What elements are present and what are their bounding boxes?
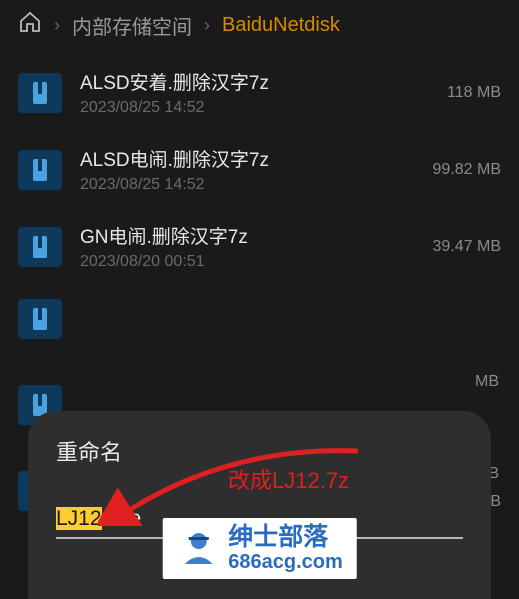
- chevron-right-icon: ›: [204, 15, 210, 36]
- chevron-right-icon: ›: [54, 15, 60, 36]
- file-row[interactable]: [0, 285, 519, 353]
- file-date: 2023/08/25 14:52: [80, 99, 429, 117]
- file-row[interactable]: GN电闹.删除汉字7z 2023/08/20 00:51 39.47 MB: [0, 208, 519, 285]
- file-row[interactable]: ALSD电闹.删除汉字7z 2023/08/25 14:52 99.82 MB: [0, 131, 519, 208]
- breadcrumb-mid[interactable]: 内部存储空间: [72, 11, 192, 40]
- archive-icon: [18, 227, 62, 267]
- annotation-text: 改成LJ12.7z: [228, 463, 349, 495]
- archive-icon: [18, 150, 62, 190]
- file-size: 39.47 MB: [433, 238, 501, 256]
- home-icon[interactable]: [18, 10, 42, 40]
- watermark-line1: 绅士部落: [228, 524, 343, 552]
- rename-dialog: 重命名 改成LJ12.7z LJ12.exe 绅士部落 686acg.com: [28, 411, 491, 599]
- watermark-icon: [176, 526, 220, 570]
- file-row[interactable]: ALSD安着.删除汉字7z 2023/08/25 14:52 118 MB: [0, 54, 519, 131]
- file-size-partial: MB: [475, 373, 499, 391]
- rename-extension: .exe: [102, 507, 142, 530]
- file-date: 2023/08/20 00:51: [80, 253, 415, 271]
- file-date: 2023/08/25 14:52: [80, 176, 415, 194]
- breadcrumb: › 内部存储空间 › BaiduNetdisk: [0, 0, 519, 54]
- file-size: 118 MB: [447, 84, 501, 102]
- archive-icon: [18, 73, 62, 113]
- file-name: ALSD安着.删除汉字7z: [80, 68, 429, 95]
- watermark-badge: 绅士部落 686acg.com: [162, 518, 357, 580]
- watermark-line2: 686acg.com: [228, 551, 343, 573]
- file-name: GN电闹.删除汉字7z: [80, 222, 415, 249]
- breadcrumb-current[interactable]: BaiduNetdisk: [222, 14, 340, 37]
- file-name: ALSD电闹.删除汉字7z: [80, 145, 415, 172]
- archive-icon: [18, 299, 62, 339]
- rename-selected-text: LJ12: [56, 507, 102, 530]
- file-size: 99.82 MB: [433, 161, 501, 179]
- file-info: GN电闹.删除汉字7z 2023/08/20 00:51: [80, 222, 415, 271]
- file-info: ALSD安着.删除汉字7z 2023/08/25 14:52: [80, 68, 429, 117]
- file-info: ALSD电闹.删除汉字7z 2023/08/25 14:52: [80, 145, 415, 194]
